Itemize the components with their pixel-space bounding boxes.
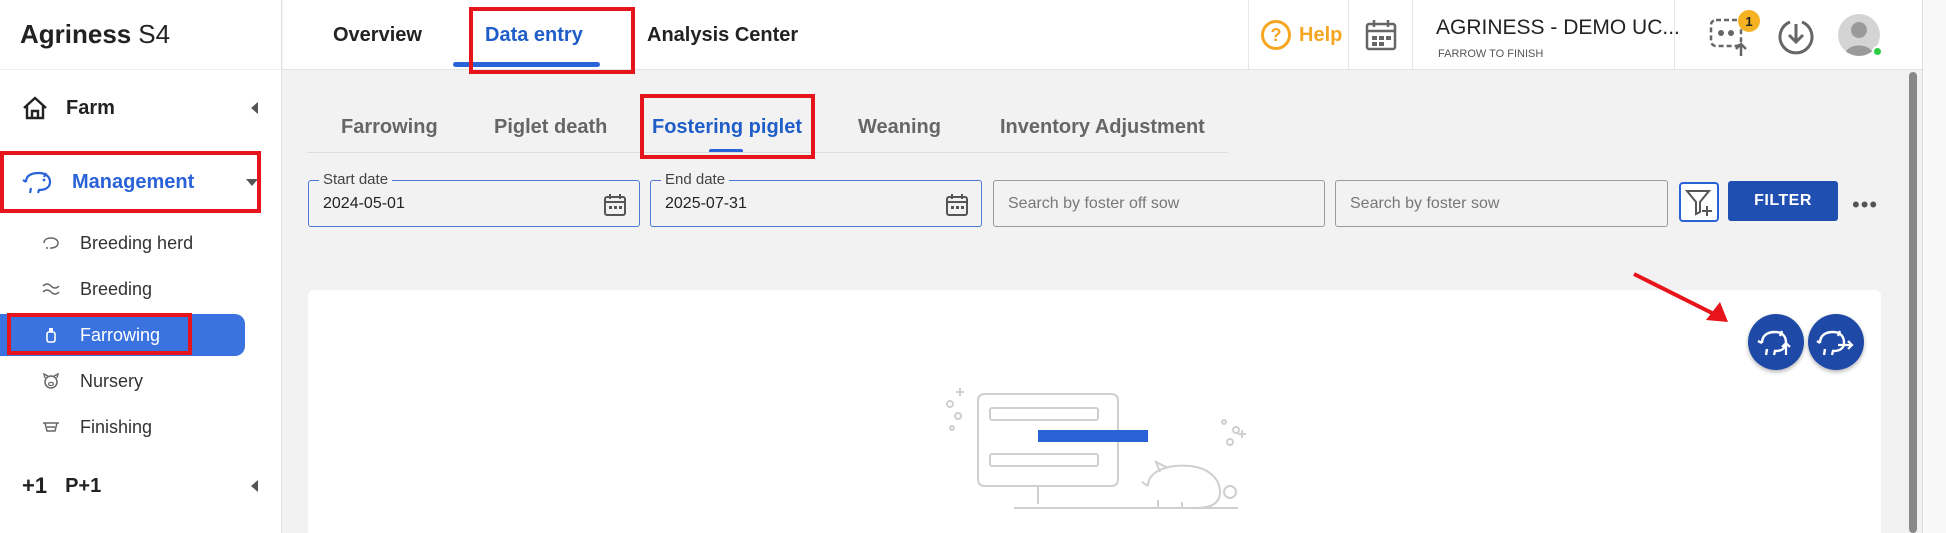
chevron-down-icon [246, 179, 258, 186]
subtab-fostering-piglet[interactable]: Fostering piglet [652, 116, 802, 146]
download-icon[interactable] [1776, 16, 1816, 56]
sidebar-item-p1[interactable]: +1 P+1 [0, 456, 282, 516]
more-options-icon[interactable]: ••• [1852, 192, 1878, 218]
subtab-piglet-death[interactable]: Piglet death [494, 116, 607, 146]
chevron-left-icon [251, 480, 258, 492]
sidebar-item-label: Farm [66, 96, 115, 119]
placeholder: Search by foster sow [1350, 195, 1500, 212]
subtab-farrowing[interactable]: Farrowing [341, 116, 438, 146]
bottle-icon [42, 327, 60, 343]
sidebar-subitem-breeding-herd[interactable]: Breeding herd [0, 222, 245, 264]
pig-icon [22, 171, 52, 194]
calendar-icon[interactable] [945, 193, 969, 217]
results-card [308, 272, 1881, 533]
foster-piglet-button[interactable] [1748, 314, 1804, 370]
subitem-label: Breeding herd [80, 232, 194, 253]
foster-sow-button[interactable] [1808, 314, 1864, 370]
empty-state-illustration [946, 388, 1246, 509]
sidebar-subitem-breeding[interactable]: Breeding [0, 268, 245, 310]
calendar-icon [1365, 20, 1396, 51]
tab-overview[interactable]: Overview [333, 0, 422, 70]
farm-type: FARROW TO FINISH [1438, 48, 1544, 60]
help-label: Help [1299, 23, 1343, 46]
sidebar-item-label: Management [72, 170, 195, 193]
pig-icon [42, 236, 60, 250]
end-date-value: 2025-07-31 [665, 195, 747, 212]
home-icon [23, 96, 47, 120]
sidebar-item-farm[interactable]: Farm [0, 78, 282, 138]
start-date-value: 2024-05-01 [323, 195, 405, 212]
brand-logo[interactable]: Agriness S4 [0, 0, 281, 70]
tab-data-entry[interactable]: Data entry [485, 0, 583, 70]
end-date-field[interactable]: End date 2025-07-31 [650, 171, 982, 227]
filter-button[interactable]: FILTER [1728, 181, 1838, 221]
subitem-label: Farrowing [80, 324, 161, 345]
divider [1674, 0, 1675, 70]
placeholder: Search by foster off sow [1008, 195, 1180, 212]
vertical-scrollbar[interactable] [1909, 72, 1917, 533]
foster-sow-search-input[interactable]: Search by foster sow [1335, 180, 1668, 227]
sidebar: Agriness S4 Farm Management Breeding her… [0, 0, 282, 533]
subitem-label: Finishing [80, 416, 153, 437]
active-tab-indicator [453, 62, 600, 67]
piglet-face-icon [42, 373, 60, 389]
subtab-weaning[interactable]: Weaning [858, 116, 941, 146]
subitem-label: Nursery [80, 370, 144, 391]
sidebar-item-management[interactable]: Management [0, 152, 282, 212]
calendar-icon[interactable] [603, 193, 627, 217]
sidebar-item-label: P+1 [65, 474, 102, 497]
notification-badge: 1 [1738, 10, 1760, 32]
breeding-icon [42, 282, 60, 296]
filter-add-icon [1684, 190, 1712, 216]
foster-off-sow-search-input[interactable]: Search by foster off sow [993, 180, 1325, 227]
chevron-left-icon [251, 102, 258, 114]
add-filter-button[interactable] [1679, 182, 1719, 222]
online-status-icon [1872, 46, 1883, 57]
tab-analysis-center[interactable]: Analysis Center [647, 0, 798, 70]
calendar-button[interactable] [1348, 0, 1413, 70]
subtab-inventory-adjustment[interactable]: Inventory Adjustment [1000, 116, 1205, 146]
subtab-divider [307, 152, 1228, 153]
pig-transfer-icon [1757, 330, 1791, 356]
right-side-panel [1922, 0, 1946, 533]
sidebar-subitem-finishing[interactable]: Finishing [0, 406, 245, 448]
red-arrow-annotation [1633, 272, 1728, 322]
brand-version: S4 [138, 19, 171, 49]
farm-selector[interactable]: AGRINESS - DEMO UC... [1436, 16, 1680, 40]
feeder-icon [42, 420, 60, 434]
pig-arrow-icon [1816, 330, 1854, 356]
field-label: Start date [319, 171, 393, 188]
plus-one-icon: +1 [22, 473, 48, 498]
help-button[interactable]: ? Help [1248, 0, 1348, 70]
top-navbar: Overview Data entry Analysis Center ? He… [283, 0, 1922, 70]
subitem-label: Breeding [80, 278, 153, 299]
field-label: End date [661, 171, 730, 188]
scrollbar-thumb[interactable] [1909, 72, 1917, 533]
sidebar-subitem-farrowing[interactable]: Farrowing [0, 314, 245, 356]
help-icon: ? [1261, 20, 1291, 50]
sidebar-subitem-nursery[interactable]: Nursery [0, 360, 245, 402]
start-date-field[interactable]: Start date 2024-05-01 [308, 171, 640, 227]
brand-name: Agriness [20, 19, 132, 49]
